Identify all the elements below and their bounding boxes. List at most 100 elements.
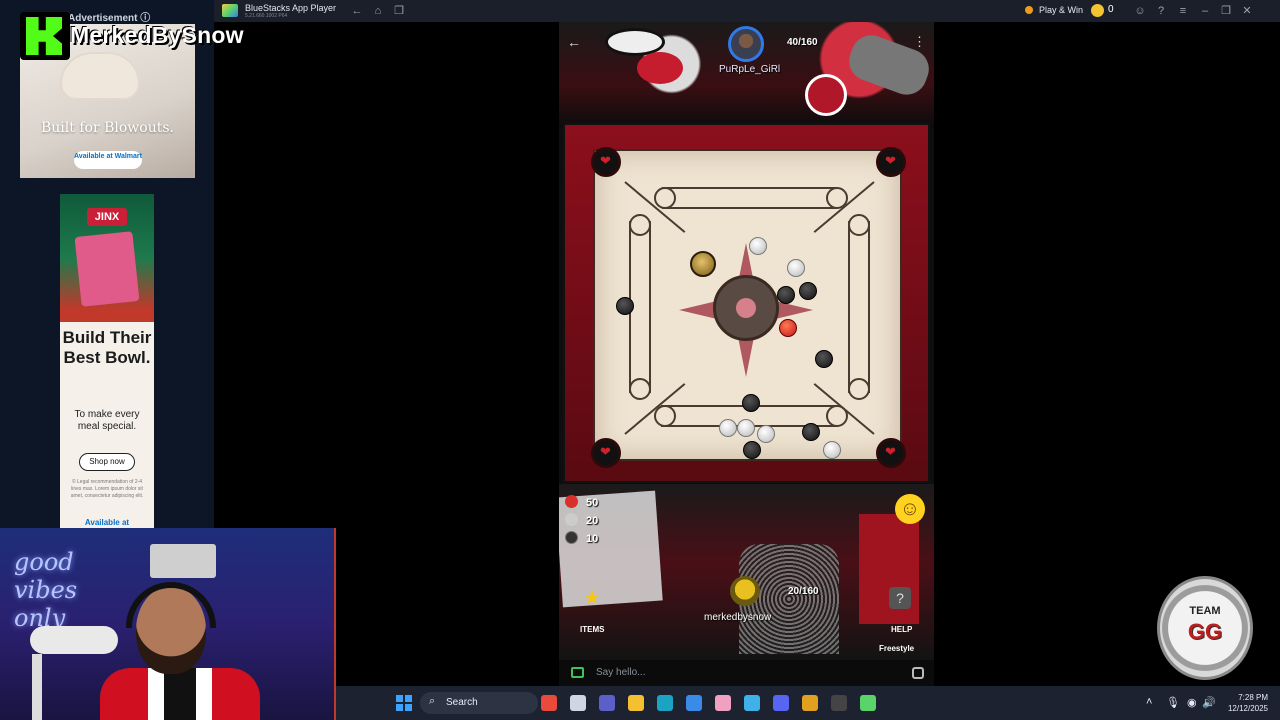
ad2-fine-print: © Legal recommendation of 2-4 lines max.… [70,479,144,499]
mic-stand [32,654,42,720]
app-version: 5.21.660.1002 P64 [245,13,288,19]
play-win-button[interactable]: Play & Win [1039,5,1083,15]
teams-icon[interactable] [599,695,615,711]
home-icon[interactable]: ⌂ [371,4,385,18]
ad2-subtext: To make every meal special. [74,409,140,432]
system-clock[interactable]: 7:28 PM 12/12/2025 [1216,692,1268,714]
play-win-icon [1025,6,1033,14]
jinx-ad[interactable]: JINX Build Their Best Bowl. To make ever… [60,194,154,528]
baseline-circle [848,378,870,400]
pink-app-icon[interactable] [715,695,731,711]
black-coin [743,441,761,459]
player-avatar[interactable] [730,576,760,606]
streamer-jersey [100,668,260,720]
avatar-icon[interactable]: ☺ [1133,4,1147,18]
microphone [30,626,118,654]
close-icon[interactable]: ✕ [1240,4,1254,18]
opponent-name: PuRpLe_GiRl [719,64,781,75]
store-icon[interactable] [686,695,702,711]
windows-taskbar: ⌕ Search ˄ 🎙 ◉ 🔊 7:28 PM 12/12/2025 [336,686,1280,720]
ad1-retailer: Available at Walmart [74,151,142,169]
sticker-icon[interactable] [912,667,924,679]
badge-line2: GG [1187,619,1223,644]
center-circle [713,275,779,341]
black-coin [616,297,634,315]
restore-icon[interactable]: ❐ [1219,4,1233,18]
black-coin [799,282,817,300]
baseline-circle [629,378,651,400]
streamer-name: MerkedBySnow [70,22,244,48]
search-label: Search [446,697,478,708]
wifi-icon[interactable]: ◉ [1187,696,1197,709]
ad2-food-bag [74,231,140,307]
help-button[interactable]: ? [889,587,911,609]
menu-icon[interactable]: ≡ [1176,4,1190,18]
pocketed-white-row: 20 [565,513,598,527]
bluestacks-titlebar: BlueStacks App Player 5.21.660.1002 P64 … [214,0,1280,22]
discord-icon[interactable] [773,695,789,711]
screen: Advertisement ⓘ Built for Blowouts. Avai… [0,0,1280,720]
baseline-right [848,221,870,393]
multi-instance-icon[interactable]: ❐ [392,4,406,18]
chat-icon[interactable] [571,667,584,678]
air-conditioner [150,544,216,578]
opponent-avatar[interactable] [728,26,764,62]
player-score: 20/160 [788,586,819,597]
ad2-headline: Build Their Best Bowl. [62,328,152,367]
white-coin [757,425,775,443]
pocket-top-right [876,147,906,177]
white-coin-icon [565,513,578,526]
carrom-game-view[interactable]: ← ⋮ PuRpLe_GiRl 40/160 ❤ ❤ ❤ ❤ 50 20 10 … [559,22,934,660]
collage-lips [637,52,683,84]
task-view-icon[interactable] [570,695,586,711]
white-points: 20 [586,515,599,527]
volume-icon[interactable]: 🔊 [1202,696,1216,709]
ad2-availability: Available at [84,518,130,527]
game-back-icon[interactable]: ← [567,34,581,50]
black-points: 10 [586,533,599,545]
queen-points: 50 [586,497,599,509]
ad1-tagline: Built for Blowouts. [41,120,174,136]
opponent-score: 40/160 [787,37,818,48]
carrom-board[interactable] [593,149,902,461]
player-name: merkedbysnow [704,612,772,623]
baseline-circle [629,214,651,236]
clock-date: 12/12/2025 [1227,704,1268,713]
striker[interactable] [690,251,716,277]
app-title: BlueStacks App Player [245,3,337,13]
ad2-shop-now-button[interactable]: Shop now [79,453,135,471]
collage-skull-badge [805,74,847,116]
neon-sign: good vibes only [14,548,78,632]
emoji-button[interactable]: ☺ [895,494,925,524]
pocket-top-left [591,147,621,177]
help-button-label[interactable]: HELP [891,625,912,634]
slack-icon[interactable] [802,695,818,711]
chat-input[interactable]: Say hello... [596,667,645,678]
back-icon[interactable]: ← [350,4,364,18]
game-more-icon[interactable]: ⋮ [913,34,926,50]
minimize-icon[interactable]: – [1198,4,1212,18]
headset [126,582,216,628]
file-explorer-icon[interactable] [628,695,644,711]
game-mode-label: Freestyle [879,644,915,653]
start-button-icon[interactable] [396,695,412,711]
tray-chevron-icon[interactable]: ˄ [1146,696,1152,708]
chat-bar[interactable]: Say hello... [559,660,934,686]
white-coin [737,419,755,437]
pocketed-queen-row: 50 [565,495,598,509]
bluestacks-icon[interactable] [860,695,876,711]
copilot-app-icon[interactable] [744,695,760,711]
items-button-label[interactable]: ITEMS [580,625,604,634]
edge-icon[interactable] [657,695,673,711]
baseline-circle [848,214,870,236]
badge-line1: TEAM [1189,605,1221,617]
help-icon[interactable]: ? [1154,4,1168,18]
ad-baby-image [60,52,140,100]
team-gg-badge: TEAM GG [1157,576,1253,680]
items-star-icon[interactable]: ★ [583,585,601,610]
copilot-icon[interactable] [541,695,557,711]
microphone-icon[interactable]: 🎙 [1166,696,1180,709]
queen-coin-icon [565,495,578,508]
obs-icon[interactable] [831,695,847,711]
taskbar-search[interactable]: ⌕ Search [420,692,538,714]
